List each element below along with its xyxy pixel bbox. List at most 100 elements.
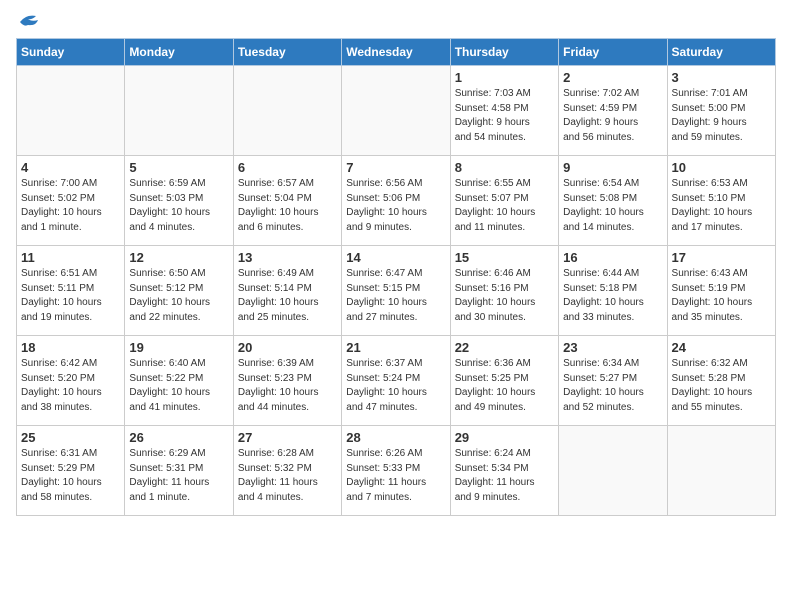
- calendar-cell: [125, 66, 233, 156]
- calendar-week-1: 4 Sunrise: 7:00 AM Sunset: 5:02 PM Daylig…: [17, 156, 776, 246]
- calendar-cell: 25Sunrise: 6:31 AM Sunset: 5:29 PM Dayli…: [17, 426, 125, 516]
- calendar-cell: 11Sunrise: 6:51 AM Sunset: 5:11 PM Dayli…: [17, 246, 125, 336]
- day-info: Sunrise: 7:00 AM Sunset: 5:02 PM Dayligh…: [21, 177, 120, 235]
- day-info: Sunrise: 6:56 AM Sunset: 5:06 PM Dayligh…: [346, 177, 445, 235]
- calendar-cell: 22 Sunrise: 6:36 AM Sunset: 5:25 PM Dayli…: [450, 336, 558, 426]
- day-number: 20: [238, 340, 337, 355]
- calendar-header-tuesday: Tuesday: [233, 39, 341, 66]
- day-number: 15: [455, 250, 554, 265]
- calendar-cell: [342, 66, 450, 156]
- day-info: Sunrise: 6:47 AM Sunset: 5:15 PM Dayligh…: [346, 267, 445, 325]
- day-number: 18: [21, 340, 120, 355]
- calendar-cell: 14 Sunrise: 6:47 AM Sunset: 5:15 PM Dayli…: [342, 246, 450, 336]
- day-info: Sunrise: 6:34 AM Sunset: 5:27 PM Dayligh…: [563, 357, 662, 415]
- calendar-cell: 29 Sunrise: 6:24 AM Sunset: 5:34 PM Dayli…: [450, 426, 558, 516]
- calendar-body: 1 Sunrise: 7:03 AM Sunset: 4:58 PM Daylig…: [17, 66, 776, 516]
- calendar-header-row: SundayMondayTuesdayWednesdayThursdayFrid…: [17, 39, 776, 66]
- day-number: 13: [238, 250, 337, 265]
- day-info: Sunrise: 6:49 AM Sunset: 5:14 PM Dayligh…: [238, 267, 337, 325]
- calendar-cell: 1 Sunrise: 7:03 AM Sunset: 4:58 PM Daylig…: [450, 66, 558, 156]
- day-number: 1: [455, 70, 554, 85]
- calendar-cell: 24 Sunrise: 6:32 AM Sunset: 5:28 PM Dayli…: [667, 336, 775, 426]
- day-number: 6: [238, 160, 337, 175]
- day-number: 28: [346, 430, 445, 445]
- day-info: Sunrise: 6:40 AM Sunset: 5:22 PM Dayligh…: [129, 357, 228, 415]
- calendar-week-2: 11Sunrise: 6:51 AM Sunset: 5:11 PM Dayli…: [17, 246, 776, 336]
- day-info: Sunrise: 6:42 AM Sunset: 5:20 PM Dayligh…: [21, 357, 120, 415]
- calendar-cell: 9 Sunrise: 6:54 AM Sunset: 5:08 PM Daylig…: [559, 156, 667, 246]
- day-number: 9: [563, 160, 662, 175]
- calendar-cell: 27 Sunrise: 6:28 AM Sunset: 5:32 PM Dayli…: [233, 426, 341, 516]
- calendar-week-0: 1 Sunrise: 7:03 AM Sunset: 4:58 PM Daylig…: [17, 66, 776, 156]
- day-number: 23: [563, 340, 662, 355]
- calendar-cell: 6 Sunrise: 6:57 AM Sunset: 5:04 PM Daylig…: [233, 156, 341, 246]
- calendar-header-saturday: Saturday: [667, 39, 775, 66]
- calendar-cell: 26Sunrise: 6:29 AM Sunset: 5:31 PM Dayli…: [125, 426, 233, 516]
- calendar-cell: 10 Sunrise: 6:53 AM Sunset: 5:10 PM Dayli…: [667, 156, 775, 246]
- calendar-week-3: 18 Sunrise: 6:42 AM Sunset: 5:20 PM Dayli…: [17, 336, 776, 426]
- calendar-header-monday: Monday: [125, 39, 233, 66]
- calendar-cell: 16 Sunrise: 6:44 AM Sunset: 5:18 PM Dayli…: [559, 246, 667, 336]
- day-number: 24: [672, 340, 771, 355]
- day-info: Sunrise: 6:39 AM Sunset: 5:23 PM Dayligh…: [238, 357, 337, 415]
- calendar-cell: 15 Sunrise: 6:46 AM Sunset: 5:16 PM Dayli…: [450, 246, 558, 336]
- day-number: 29: [455, 430, 554, 445]
- calendar-cell: 13 Sunrise: 6:49 AM Sunset: 5:14 PM Dayli…: [233, 246, 341, 336]
- day-number: 21: [346, 340, 445, 355]
- calendar-cell: 19 Sunrise: 6:40 AM Sunset: 5:22 PM Dayli…: [125, 336, 233, 426]
- day-number: 22: [455, 340, 554, 355]
- day-info: Sunrise: 6:53 AM Sunset: 5:10 PM Dayligh…: [672, 177, 771, 235]
- day-info: Sunrise: 7:01 AM Sunset: 5:00 PM Dayligh…: [672, 87, 771, 145]
- day-number: 14: [346, 250, 445, 265]
- day-info: Sunrise: 6:57 AM Sunset: 5:04 PM Dayligh…: [238, 177, 337, 235]
- calendar-cell: 3 Sunrise: 7:01 AM Sunset: 5:00 PM Daylig…: [667, 66, 775, 156]
- calendar-cell: 17Sunrise: 6:43 AM Sunset: 5:19 PM Dayli…: [667, 246, 775, 336]
- day-info: Sunrise: 6:26 AM Sunset: 5:33 PM Dayligh…: [346, 447, 445, 505]
- calendar-cell: 2Sunrise: 7:02 AM Sunset: 4:59 PM Daylig…: [559, 66, 667, 156]
- calendar-cell: 5 Sunrise: 6:59 AM Sunset: 5:03 PM Daylig…: [125, 156, 233, 246]
- day-info: Sunrise: 6:54 AM Sunset: 5:08 PM Dayligh…: [563, 177, 662, 235]
- calendar-cell: 23 Sunrise: 6:34 AM Sunset: 5:27 PM Dayli…: [559, 336, 667, 426]
- day-info: Sunrise: 6:24 AM Sunset: 5:34 PM Dayligh…: [455, 447, 554, 505]
- calendar-table: SundayMondayTuesdayWednesdayThursdayFrid…: [16, 38, 776, 516]
- calendar-cell: 7Sunrise: 6:56 AM Sunset: 5:06 PM Daylig…: [342, 156, 450, 246]
- calendar-cell: 12Sunrise: 6:50 AM Sunset: 5:12 PM Dayli…: [125, 246, 233, 336]
- calendar-header-friday: Friday: [559, 39, 667, 66]
- day-number: 27: [238, 430, 337, 445]
- calendar-header-sunday: Sunday: [17, 39, 125, 66]
- calendar-cell: 4 Sunrise: 7:00 AM Sunset: 5:02 PM Daylig…: [17, 156, 125, 246]
- day-number: 4: [21, 160, 120, 175]
- day-info: Sunrise: 6:28 AM Sunset: 5:32 PM Dayligh…: [238, 447, 337, 505]
- calendar-week-4: 25Sunrise: 6:31 AM Sunset: 5:29 PM Dayli…: [17, 426, 776, 516]
- day-info: Sunrise: 6:36 AM Sunset: 5:25 PM Dayligh…: [455, 357, 554, 415]
- calendar-cell: [17, 66, 125, 156]
- day-info: Sunrise: 6:46 AM Sunset: 5:16 PM Dayligh…: [455, 267, 554, 325]
- logo: [16, 16, 40, 30]
- page-header: [16, 16, 776, 30]
- day-number: 3: [672, 70, 771, 85]
- day-number: 10: [672, 160, 771, 175]
- day-number: 2: [563, 70, 662, 85]
- calendar-cell: 8 Sunrise: 6:55 AM Sunset: 5:07 PM Daylig…: [450, 156, 558, 246]
- day-info: Sunrise: 6:37 AM Sunset: 5:24 PM Dayligh…: [346, 357, 445, 415]
- calendar-header-wednesday: Wednesday: [342, 39, 450, 66]
- day-info: Sunrise: 7:03 AM Sunset: 4:58 PM Dayligh…: [455, 87, 554, 145]
- day-info: Sunrise: 6:59 AM Sunset: 5:03 PM Dayligh…: [129, 177, 228, 235]
- day-info: Sunrise: 6:32 AM Sunset: 5:28 PM Dayligh…: [672, 357, 771, 415]
- day-info: Sunrise: 6:55 AM Sunset: 5:07 PM Dayligh…: [455, 177, 554, 235]
- day-number: 8: [455, 160, 554, 175]
- day-number: 12: [129, 250, 228, 265]
- day-info: Sunrise: 6:44 AM Sunset: 5:18 PM Dayligh…: [563, 267, 662, 325]
- day-info: Sunrise: 6:51 AM Sunset: 5:11 PM Dayligh…: [21, 267, 120, 325]
- day-number: 17: [672, 250, 771, 265]
- calendar-cell: 20 Sunrise: 6:39 AM Sunset: 5:23 PM Dayli…: [233, 336, 341, 426]
- calendar-cell: 18 Sunrise: 6:42 AM Sunset: 5:20 PM Dayli…: [17, 336, 125, 426]
- calendar-cell: 28 Sunrise: 6:26 AM Sunset: 5:33 PM Dayli…: [342, 426, 450, 516]
- logo-bird-icon: [18, 12, 40, 30]
- day-info: Sunrise: 6:31 AM Sunset: 5:29 PM Dayligh…: [21, 447, 120, 505]
- day-number: 16: [563, 250, 662, 265]
- calendar-cell: [559, 426, 667, 516]
- calendar-cell: [667, 426, 775, 516]
- day-number: 19: [129, 340, 228, 355]
- day-number: 5: [129, 160, 228, 175]
